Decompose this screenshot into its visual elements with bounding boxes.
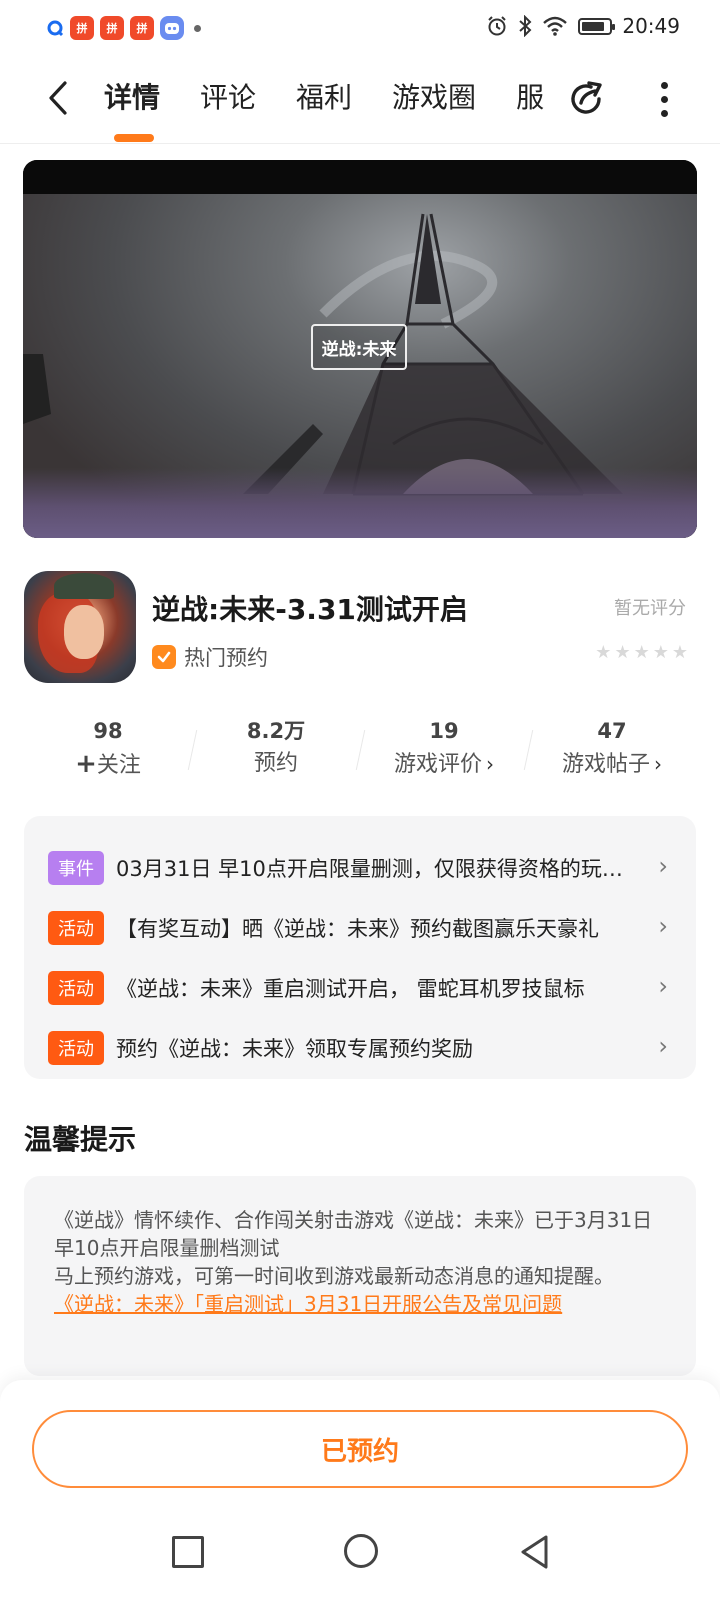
tips-fade [24,1316,696,1376]
wifi-icon [543,16,568,36]
home-button[interactable] [344,1534,378,1568]
chevron-right-icon: › [654,752,662,776]
more-notifications-dot [194,24,201,32]
alarm-icon [488,16,507,36]
more-options-button[interactable] [646,74,682,124]
battery-icon [578,17,616,35]
reviews-label: 游戏评价 [393,752,482,777]
game-icon [24,571,136,683]
pdd-app-icon: 拼 [70,16,94,40]
nav-back-button[interactable] [518,1534,552,1570]
more-dot [660,81,668,89]
game-banner-video[interactable]: 逆战:未来 [23,160,697,538]
game-title: 逆战:未来-3.31测试开启 [152,593,468,626]
reserved-button[interactable]: 已预约 [32,1410,688,1488]
active-tab-indicator [114,134,154,142]
bot-app-icon [160,16,184,40]
star-rating: ★ ★ ★ ★ ★ [595,644,688,662]
reviews-count: 19 [429,719,459,743]
tips-card: 《逆战》情怀续作、合作闯关射击游戏《逆战：未来》已于3月31日早10点开启限量删… [24,1176,696,1376]
reservation-count: 8.2万 [246,719,306,743]
tab-bar: 详情 评论 福利 游戏圈 服 [104,74,548,122]
hot-reservation-badge: 热门预约 [152,642,268,672]
game-logo: 逆战:未来 [311,324,407,370]
banner-ground [23,468,697,538]
tab-comments[interactable]: 评论 [200,74,256,122]
tips-line: 马上预约游戏，可第一时间收到游戏最新动态消息的通知提醒。 [54,1264,614,1288]
system-nav-bar [0,1502,720,1600]
badge-label: 热门预约 [184,646,268,670]
events-card: 事件 03月31日 早10点开启限量删测，仅限获得资格的玩家参与 › 活动 【有… [24,816,696,1079]
posts-stat[interactable]: 47 游戏帖子 › [528,716,696,788]
more-dot [660,95,668,103]
tips-line: 《逆战》情怀续作、合作闯关射击游戏《逆战：未来》已于3月31日早10点开启限量删… [54,1208,653,1260]
star-icon: ★ [671,642,688,663]
event-row[interactable]: 事件 03月31日 早10点开启限量删测，仅限获得资格的玩家参与 › [24,838,696,898]
follow-stat[interactable]: 98 +关注 [24,716,192,788]
back-button[interactable] [38,76,78,120]
chevron-right-icon: › [658,972,668,1000]
more-dot [660,109,668,117]
chevron-right-icon: › [486,752,494,776]
status-bar: 拼 拼 拼 20:49 [0,0,720,58]
reviews-stat[interactable]: 19 游戏评价 › [360,716,528,788]
posts-label: 游戏帖子 [561,752,650,777]
event-tag: 活动 [48,1031,104,1065]
follow-count: 98 [93,719,123,743]
event-row[interactable]: 活动 《逆战：未来》重启测试开启， 雷蛇耳机罗技鼠标 › [24,958,696,1018]
clock: 20:49 [622,14,680,38]
event-text: 预约《逆战：未来》领取专属预约奖励 [116,1037,473,1061]
chevron-right-icon: › [658,852,668,880]
system-status: 20:49 [486,14,680,38]
posts-count: 47 [597,719,627,743]
top-nav: 详情 评论 福利 游戏圈 服 [0,58,720,144]
tab-benefits[interactable]: 福利 [296,74,352,122]
event-text: 《逆战：未来》重启测试开启， 雷蛇耳机罗技鼠标 [116,977,585,1001]
rating-text: 暂无评分 [614,598,686,619]
recent-apps-button[interactable] [172,1536,204,1568]
tips-heading: 温馨提示 [24,1123,137,1156]
star-icon: ★ [633,642,650,663]
tab-details[interactable]: 详情 [104,74,160,122]
pdd-app-icon: 拼 [100,16,124,40]
notification-icons: 拼 拼 拼 [46,16,201,40]
banner-letterbox [23,160,697,194]
share-button[interactable] [562,74,612,124]
plus-icon: + [75,749,97,779]
reservation-label: 预约 [253,751,298,776]
star-icon: ★ [595,642,612,663]
check-badge-icon [152,645,176,669]
event-tag: 活动 [48,911,104,945]
bottom-action-bar: 已预约 [0,1380,720,1502]
star-icon: ★ [614,642,631,663]
event-row[interactable]: 活动 预约《逆战：未来》领取专属预约奖励 › [24,1018,696,1078]
event-text: 03月31日 早10点开启限量删测，仅限获得资格的玩家参与 [116,857,624,881]
chevron-right-icon: › [658,1032,668,1060]
share-icon [571,81,602,114]
chevron-right-icon: › [658,912,668,940]
stats-row: 98 +关注 8.2万 预约 19 游戏评价 › 47 游戏帖子 › [24,716,696,788]
announcement-link[interactable]: 《逆战：未来》「重启测试」3月31日开服公告及常见问题 [54,1290,666,1318]
event-tag: 活动 [48,971,104,1005]
tab-game-circle[interactable]: 游戏圈 [392,74,476,122]
tab-service[interactable]: 服 [516,74,544,122]
bluetooth-icon [519,15,532,37]
pdd-app-icon: 拼 [130,16,154,40]
event-tag: 事件 [48,851,104,885]
star-icon: ★ [652,642,669,663]
app-q-icon [46,16,64,40]
chevron-left-icon [49,81,67,115]
follow-label: 关注 [96,753,141,778]
event-text: 【有奖互动】晒《逆战：未来》预约截图赢乐天豪礼 [116,917,599,941]
reservation-stat: 8.2万 预约 [192,716,360,788]
event-row[interactable]: 活动 【有奖互动】晒《逆战：未来》预约截图赢乐天豪礼 › [24,898,696,958]
